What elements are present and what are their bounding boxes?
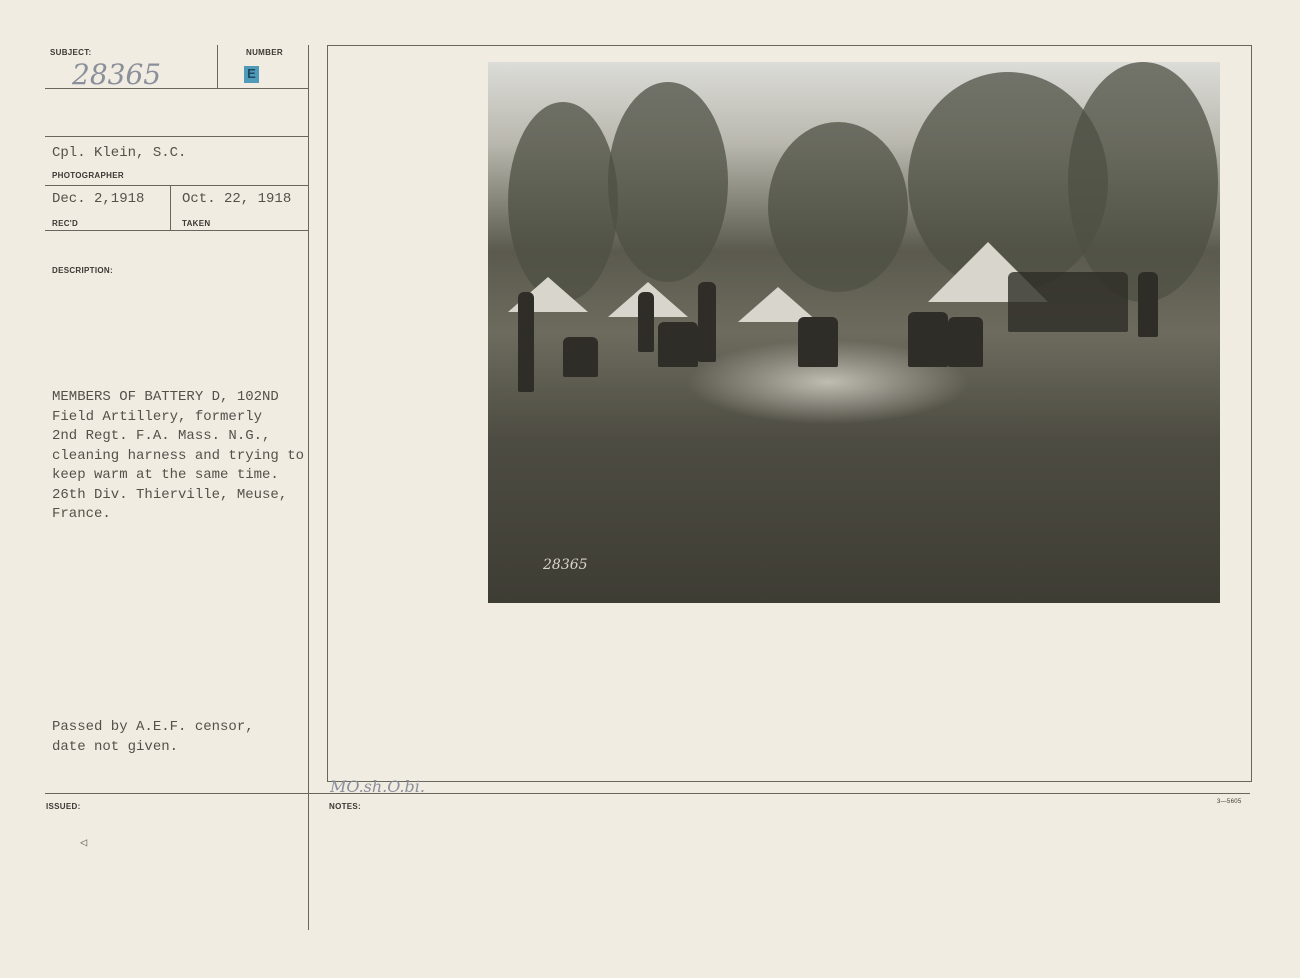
rule (45, 230, 308, 231)
photo-inscription: 28365 (543, 557, 588, 573)
number-stamp: E (244, 66, 259, 83)
issued-label: ISSUED: (46, 802, 81, 811)
arrow-mark-icon: ◁ (80, 836, 88, 850)
notes-label: NOTES: (329, 802, 362, 811)
subject-number: 28365 (72, 58, 162, 91)
column-divider (308, 45, 309, 930)
photograph-soldiers-cleaning-harness: 28365 (488, 62, 1220, 603)
notes-handwritten: MO.sh.O.bi. (330, 777, 425, 796)
received-date: Dec. 2,1918 (52, 191, 145, 207)
rule (45, 136, 308, 137)
received-label: REC'D (52, 219, 79, 228)
rule (45, 185, 308, 186)
censor-note: Passed by A.E.F. censor, date not given. (52, 719, 254, 755)
number-label: NUMBER (246, 48, 283, 57)
issued-rule (45, 793, 1250, 794)
form-number: 3—5605 (1217, 799, 1242, 805)
photographer: Cpl. Klein, S.C. (52, 145, 187, 161)
subject-label: SUBJECT: (50, 48, 92, 57)
taken-label: TAKEN (182, 219, 211, 228)
photographer-label: PHOTOGRAPHER (52, 171, 124, 180)
taken-date: Oct. 22, 1918 (182, 191, 292, 207)
date-divider (170, 185, 171, 230)
subject-divider (217, 45, 218, 89)
description-text: MEMBERS OF BATTERY D, 102ND Field Artill… (52, 389, 305, 522)
description-label: DESCRIPTION: (52, 266, 113, 275)
